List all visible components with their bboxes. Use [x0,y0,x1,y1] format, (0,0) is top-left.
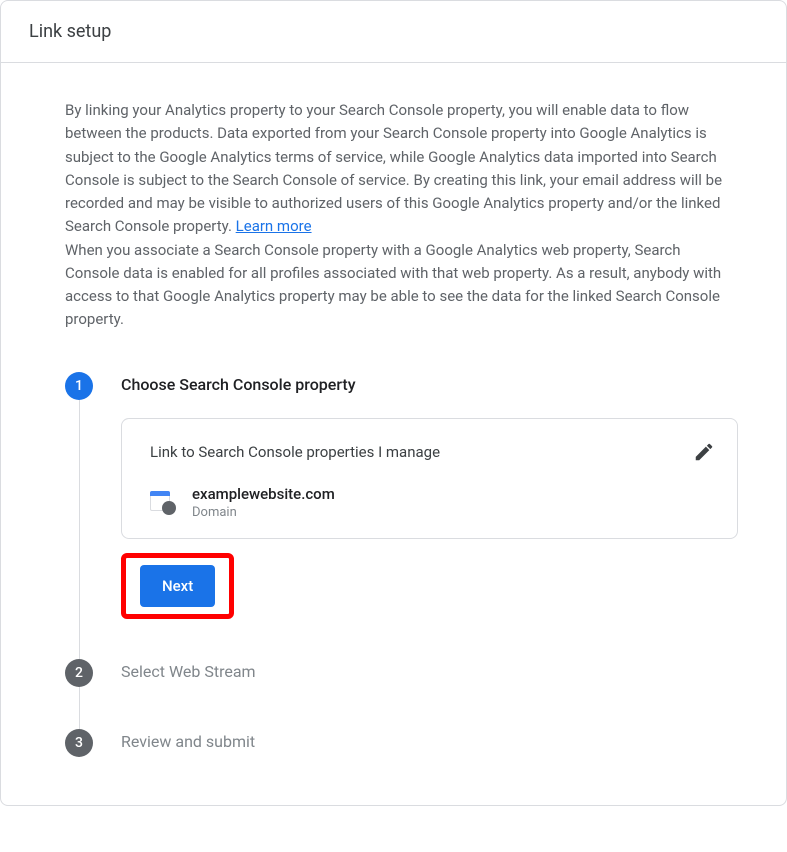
description-part1: By linking your Analytics property to yo… [65,101,722,235]
page-title: Link setup [29,21,758,42]
step-2-content: Select Web Stream [121,659,738,729]
step-2: 2 Select Web Stream [65,659,738,729]
step-3: 3 Review and submit [65,729,738,757]
card-header: Link setup [1,1,786,63]
description-part2: When you associate a Search Console prop… [65,241,721,329]
step-1-content: Choose Search Console property Link to S… [121,372,738,659]
next-button-highlight: Next [121,553,234,619]
step-1-title: Choose Search Console property [121,375,738,394]
property-text: examplewebsite.com Domain [192,485,335,520]
step-3-title: Review and submit [121,732,738,751]
card-body: By linking your Analytics property to yo… [1,63,786,805]
description-text: By linking your Analytics property to yo… [65,99,738,332]
property-box: Link to Search Console properties I mana… [121,418,738,539]
step-3-content: Review and submit [121,729,738,751]
step-1: 1 Choose Search Console property Link to… [65,372,738,659]
steps-container: 1 Choose Search Console property Link to… [65,372,738,757]
step-3-marker: 3 [65,729,93,757]
step-2-marker: 2 [65,659,93,687]
next-button[interactable]: Next [140,565,215,607]
property-box-title: Link to Search Console properties I mana… [150,443,440,461]
step-connector [79,400,80,687]
step-1-marker: 1 [65,372,93,400]
learn-more-link[interactable]: Learn more [236,217,312,235]
edit-icon[interactable] [693,441,715,463]
link-setup-card: Link setup By linking your Analytics pro… [0,0,787,806]
step-2-title: Select Web Stream [121,662,738,681]
property-icon [150,489,176,515]
property-type: Domain [192,505,335,520]
property-name: examplewebsite.com [192,485,335,503]
property-row: examplewebsite.com Domain [150,485,715,520]
property-box-header: Link to Search Console properties I mana… [150,441,715,463]
